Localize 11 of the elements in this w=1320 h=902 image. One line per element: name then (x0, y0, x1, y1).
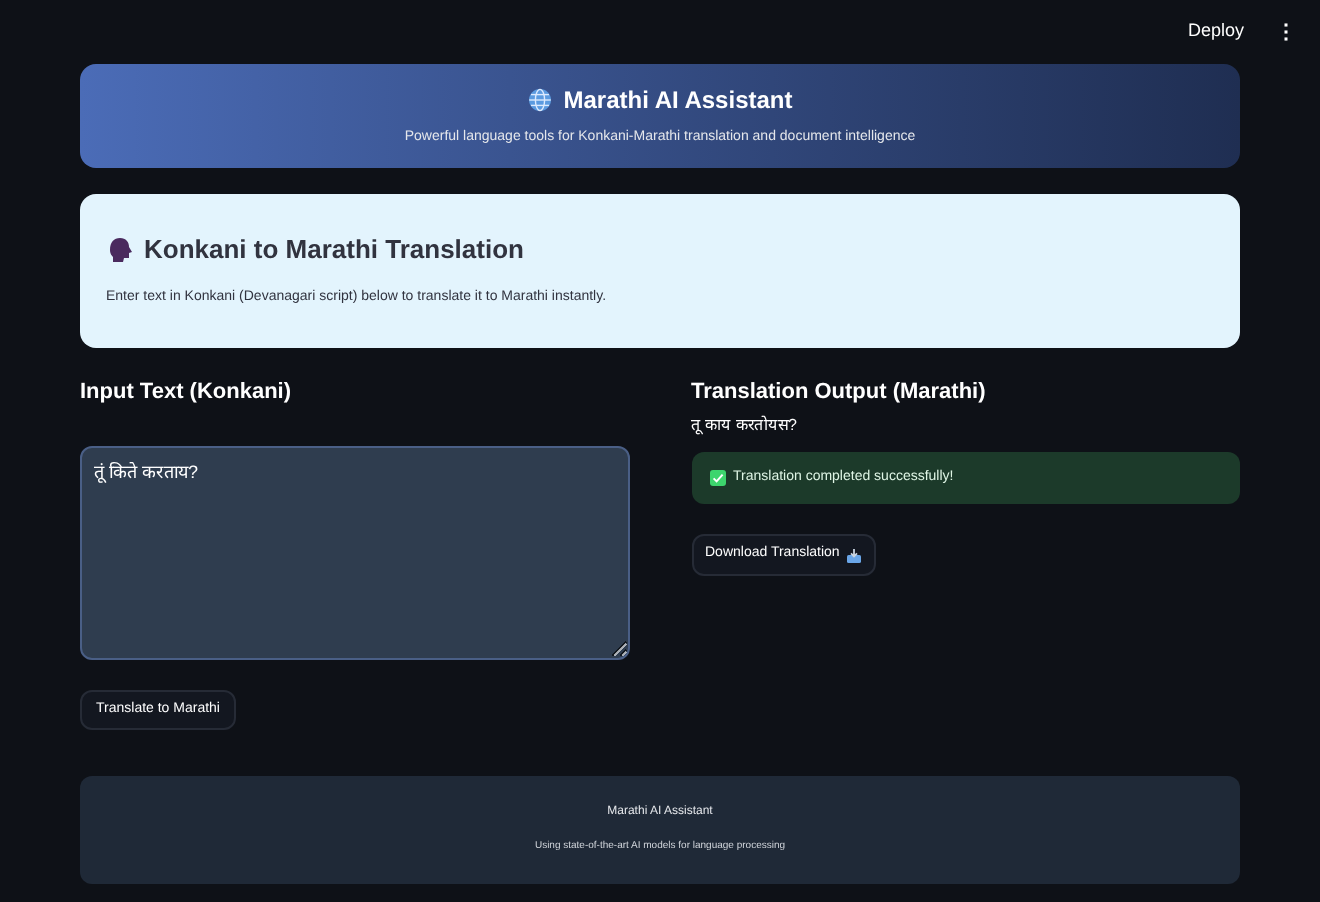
globe-icon (527, 88, 552, 113)
input-heading: Input Text (Konkani) (80, 378, 294, 404)
speaking-head-icon (106, 235, 136, 264)
intro-title: Konkani to Marathi Translation (144, 232, 524, 268)
output-text: तू काय करतोयस? (691, 414, 799, 438)
inbox-tray-icon (845, 547, 862, 563)
output-heading: Translation Output (Marathi) (691, 378, 988, 404)
menu-button[interactable]: ⋮ (1276, 17, 1296, 47)
header-title: Marathi AI Assistant (563, 84, 793, 119)
deploy-button[interactable]: Deploy (1187, 18, 1244, 46)
input-field[interactable]: तूं किते करताय? (80, 446, 629, 660)
